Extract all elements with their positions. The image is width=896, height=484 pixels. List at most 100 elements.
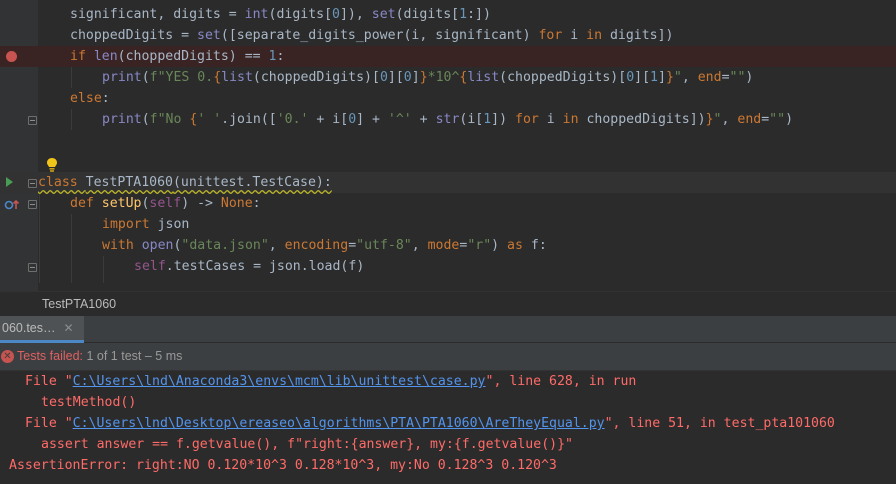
fold-marker-icon[interactable] [28, 116, 37, 125]
code-token: 1 [483, 112, 492, 127]
assertion-error-line: AssertionError: right:NO 0.120*10^3 0.12… [9, 455, 557, 476]
code-token: *10^ [427, 70, 460, 85]
code-token: 1 [650, 70, 658, 85]
code-line[interactable]: else: [0, 88, 896, 109]
code-token: + [411, 112, 436, 127]
overrides-method-icon[interactable] [4, 198, 20, 210]
code-token: in [586, 28, 603, 43]
code-line[interactable]: choppedDigits = set([separate_digits_pow… [0, 25, 896, 46]
code-token: , [721, 112, 738, 127]
code-token: '^' [387, 112, 412, 127]
assertion-error-text: AssertionError: right:NO 0.120*10^3 0.12… [9, 458, 557, 473]
code-token: if [70, 49, 94, 64]
code-token: ) -> [181, 196, 221, 211]
code-token: ][ [387, 70, 404, 85]
traceback-line: testMethod() [41, 392, 136, 413]
code-line[interactable]: import json [0, 214, 896, 235]
code-token: for [538, 28, 563, 43]
breadcrumb: TestPTA1060 [0, 291, 896, 316]
run-config-tab[interactable]: 060.tes… ✕ [0, 316, 84, 343]
code-token: None [220, 196, 253, 211]
code-token: else [70, 91, 102, 106]
code-token: len [93, 49, 118, 64]
code-token: 0 [332, 7, 340, 22]
code-token: : [252, 196, 261, 211]
code-token: end [697, 70, 722, 85]
traceback-text: File " [25, 374, 73, 389]
file-link[interactable]: C:\Users\lnd\Anaconda3\envs\mcm\lib\unit… [73, 374, 486, 389]
code-token: choppedDigits = [70, 28, 198, 43]
traceback-text: File " [25, 416, 73, 431]
code-token: " [673, 70, 682, 85]
code-line[interactable]: def setUp(self) -> None: [0, 193, 896, 214]
code-token: "r" [467, 238, 492, 253]
code-token: f"No [149, 112, 190, 127]
console-output[interactable]: File "C:\Users\lnd\Anaconda3\envs\mcm\li… [0, 371, 896, 484]
code-token: 1 [459, 7, 468, 22]
fold-marker-icon[interactable] [28, 200, 37, 209]
code-line-class[interactable]: class TestPTA1060(unittest.TestCase): [0, 172, 896, 193]
code-token: TestPTA1060 [85, 175, 173, 190]
tests-count-label: 1 of 1 test – 5 ms [83, 349, 183, 363]
code-line[interactable]: with open("data.json", encoding="utf-8",… [0, 235, 896, 256]
code-token: '0.' [276, 112, 309, 127]
code-token: "utf-8" [356, 238, 412, 253]
traceback-text: ", line 51, in test_pta101060 [604, 416, 835, 431]
code-token: int [244, 7, 269, 22]
code-token: set [197, 28, 221, 43]
code-token: class [38, 175, 86, 190]
code-line[interactable]: self.testCases = json.load(f) [0, 256, 896, 277]
code-token: choppedDigits]) [578, 112, 706, 127]
traceback-line: File "C:\Users\lnd\Anaconda3\envs\mcm\li… [25, 371, 636, 392]
code-token: , [681, 70, 698, 85]
code-token: ] [411, 70, 420, 85]
code-token: } [665, 70, 674, 85]
code-token: ]), [339, 7, 372, 22]
code-token: ' ' [197, 112, 222, 127]
code-token: encoding [284, 238, 349, 253]
code-token: with [102, 238, 142, 253]
code-token: (unittest.TestCase): [172, 175, 332, 190]
code-line[interactable]: print(f"YES 0.{list(choppedDigits)[0][0]… [0, 67, 896, 88]
code-line[interactable]: significant, digits = int(digits[0]), se… [0, 4, 896, 25]
lightbulb-icon[interactable] [46, 157, 58, 173]
traceback-line: assert answer == f.getvalue(), f"right:{… [41, 434, 573, 455]
code-token: in [562, 112, 579, 127]
code-token: ] + [356, 112, 388, 127]
code-token: ([separate_digits_power(i, significant) [220, 28, 539, 43]
file-link[interactable]: C:\Users\lnd\Desktop\ereaseo\algorithms\… [73, 416, 605, 431]
code-token: = [721, 70, 730, 85]
test-status-text: Tests failed: 1 of 1 test – 5 ms [17, 349, 182, 363]
run-test-icon[interactable] [6, 177, 13, 187]
code-token: (choppedDigits)[ [499, 70, 627, 85]
code-token: significant, digits = [70, 7, 245, 22]
breakpoint-icon[interactable] [6, 51, 17, 62]
code-token: f"YES 0. [149, 70, 214, 85]
close-icon[interactable]: ✕ [64, 321, 74, 335]
code-token: 0 [348, 112, 357, 127]
run-tool-window-tabs: 060.tes… ✕ [0, 316, 896, 343]
code-line-breakpoint[interactable]: if len(choppedDigits) == 1: [0, 46, 896, 67]
traceback-code: testMethod() [41, 395, 137, 410]
code-token: "" [769, 112, 786, 127]
breadcrumb-item[interactable]: TestPTA1060 [42, 297, 116, 311]
code-token: (i[ [459, 112, 484, 127]
run-tab-label: 060.tes… [2, 321, 56, 335]
code-token: f: [530, 238, 547, 253]
code-token: "data.json" [181, 238, 269, 253]
code-token: self [134, 259, 166, 274]
tests-failed-label: Tests failed: [17, 349, 84, 363]
fold-marker-icon[interactable] [28, 179, 37, 188]
code-token: i [538, 112, 563, 127]
code-token: open [141, 238, 174, 253]
code-line[interactable]: print(f"No {' '.join(['0.' + i[0] + '^' … [0, 109, 896, 130]
code-token: (choppedDigits) == [117, 49, 269, 64]
code-token: = [761, 112, 770, 127]
code-editor[interactable]: significant, digits = int(digits[0]), se… [0, 0, 896, 291]
code-token: :]) [467, 7, 491, 22]
code-token: (digits[ [268, 7, 333, 22]
fold-marker-icon[interactable] [28, 263, 37, 272]
code-token: "" [729, 70, 746, 85]
code-token: ) [745, 70, 754, 85]
code-token: { [213, 70, 222, 85]
